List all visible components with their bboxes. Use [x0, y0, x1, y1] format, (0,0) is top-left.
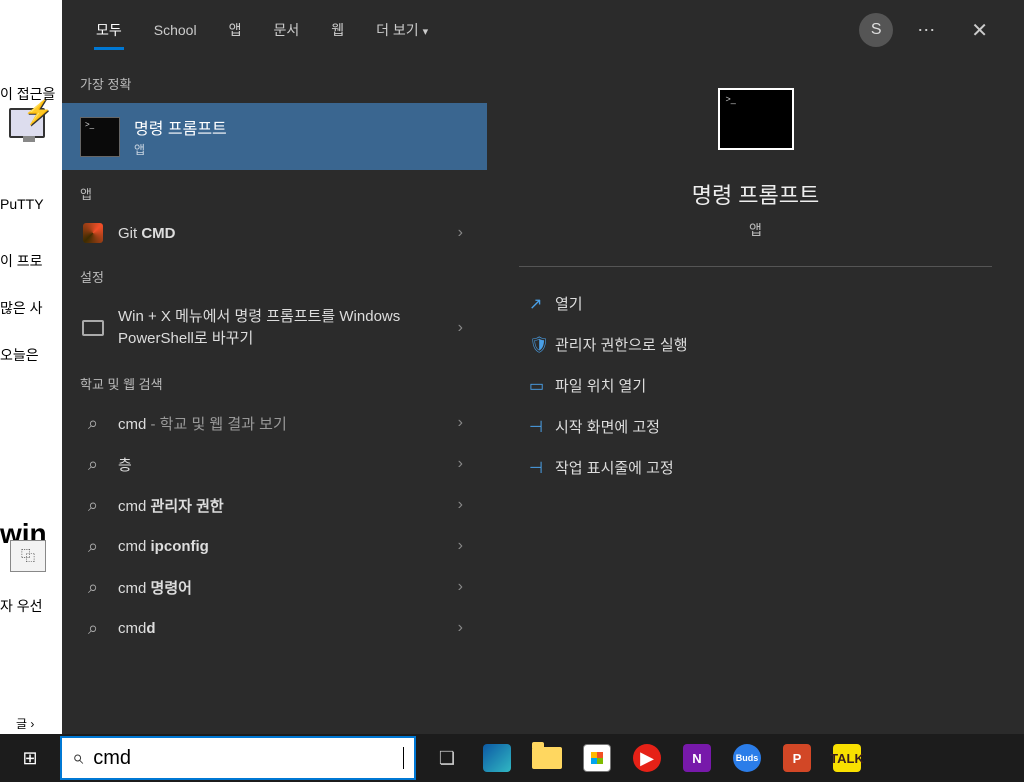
bg-text: 오늘은 — [0, 345, 39, 365]
taskbar-app-edge[interactable] — [472, 734, 522, 782]
putty-label: PuTTY — [0, 196, 44, 212]
powerpoint-icon: P — [783, 744, 811, 772]
pin-icon: ⊣ — [529, 458, 555, 478]
action-label: 작업 표시줄에 고정 — [555, 457, 674, 478]
tab-more-label: 더 보기 — [376, 22, 419, 38]
start-button[interactable]: ⊞ — [0, 734, 60, 782]
more-options-button[interactable]: ⋯ — [903, 20, 951, 41]
best-match-title: 명령 프롬프트 — [134, 115, 227, 139]
tab-bar: 모두 School 앱 문서 웹 더 보기 ▾ S ⋯ ✕ — [62, 0, 1024, 60]
best-match-subtitle: 앱 — [134, 141, 227, 158]
cmd-icon — [80, 117, 120, 157]
preview-pane: 명령 프롬프트 앱 ↗ 열기 🛡 관리자 권한으로 실행 ▭ 파일 위치 열기 … — [487, 60, 1024, 734]
result-powershell-swap[interactable]: Win + X 메뉴에서 명령 프롬프트를 Windows PowerShell… — [62, 296, 487, 360]
bg-text: 이 프로 — [0, 251, 43, 271]
chevron-right-icon[interactable]: › — [452, 319, 469, 337]
tab-apps[interactable]: 앱 — [215, 2, 256, 58]
divider — [519, 266, 992, 267]
folder-open-icon: ▭ — [529, 376, 555, 396]
action-label: 열기 — [555, 293, 583, 314]
tab-web[interactable]: 웹 — [317, 2, 358, 58]
action-pin-start[interactable]: ⊣ 시작 화면에 고정 — [521, 406, 990, 447]
search-icon — [80, 536, 106, 557]
user-avatar[interactable]: S — [859, 13, 893, 47]
chevron-right-icon[interactable]: › — [452, 619, 469, 637]
text-caret — [403, 747, 404, 769]
taskbar: ⊞ ⌕ ❏ ▶ N Buds P TALK — [0, 734, 1024, 782]
tab-school[interactable]: School — [140, 4, 211, 56]
search-icon — [80, 413, 106, 434]
search-input[interactable] — [93, 747, 403, 770]
action-open[interactable]: ↗ 열기 — [521, 283, 990, 324]
bg-text: 자 우선 — [0, 596, 43, 616]
chevron-right-icon[interactable]: › — [452, 455, 469, 473]
copy-button[interactable]: ⿻ — [10, 540, 46, 572]
onenote-icon: N — [683, 744, 711, 772]
best-match-result[interactable]: 명령 프롬프트 앱 — [62, 103, 487, 170]
git-icon — [83, 223, 103, 243]
chevron-right-icon[interactable]: › — [452, 496, 469, 514]
chevron-down-icon: ▾ — [423, 26, 429, 38]
preview-title: 명령 프롬프트 — [692, 178, 820, 210]
chevron-right-icon[interactable]: › — [452, 414, 469, 432]
tab-all[interactable]: 모두 — [82, 2, 136, 58]
putty-icon[interactable]: ⚡ — [5, 98, 55, 148]
taskbar-app-buds[interactable]: Buds — [722, 734, 772, 782]
search-icon: ⌕ — [72, 747, 83, 770]
buds-icon: Buds — [733, 744, 761, 772]
preview-subtitle: 앱 — [749, 220, 762, 240]
action-run-as-admin[interactable]: 🛡 관리자 권한으로 실행 — [521, 324, 990, 365]
tab-more[interactable]: 더 보기 ▾ — [362, 2, 442, 58]
action-label: 파일 위치 열기 — [555, 375, 646, 396]
taskbar-app-powerpoint[interactable]: P — [772, 734, 822, 782]
tab-docs[interactable]: 문서 — [259, 2, 313, 58]
cmd-preview-icon — [718, 88, 794, 150]
taskbar-app-youtube-music[interactable]: ▶ — [622, 734, 672, 782]
search-icon — [80, 454, 106, 475]
school-web-header: 학교 및 웹 검색 — [62, 360, 487, 403]
kakaotalk-icon: TALK — [833, 744, 861, 772]
taskbar-app-kakaotalk[interactable]: TALK — [822, 734, 872, 782]
action-label: 시작 화면에 고정 — [555, 416, 660, 437]
suggestion-cmd-commands[interactable]: cmd 명령어 › — [62, 567, 487, 608]
pin-icon: ⊣ — [529, 417, 555, 437]
laptop-icon — [82, 320, 104, 336]
best-match-header: 가장 정확 — [62, 60, 487, 103]
youtube-music-icon: ▶ — [633, 744, 661, 772]
bg-text: 글 › — [16, 715, 34, 732]
action-open-file-location[interactable]: ▭ 파일 위치 열기 — [521, 365, 990, 406]
action-label: 관리자 권한으로 실행 — [555, 334, 688, 355]
bg-text: 이 접근을 — [0, 84, 55, 104]
close-button[interactable]: ✕ — [955, 18, 1004, 43]
suggestion-cheung[interactable]: 층 › — [62, 444, 487, 485]
suggestion-cmd-web[interactable]: cmd - 학교 및 웹 결과 보기 › — [62, 403, 487, 444]
chevron-right-icon[interactable]: › — [452, 537, 469, 555]
taskbar-app-explorer[interactable] — [522, 734, 572, 782]
bg-text: 많은 사 — [0, 298, 43, 318]
search-icon — [80, 577, 106, 598]
edge-icon — [483, 744, 511, 772]
shield-icon: 🛡 — [529, 335, 555, 355]
open-icon: ↗ — [529, 294, 555, 314]
task-view-button[interactable]: ❏ — [422, 734, 472, 782]
settings-header: 설정 — [62, 253, 487, 296]
suggestion-cmdd[interactable]: cmdd › — [62, 608, 487, 649]
taskbar-app-onenote[interactable]: N — [672, 734, 722, 782]
action-pin-taskbar[interactable]: ⊣ 작업 표시줄에 고정 — [521, 447, 990, 488]
folder-icon — [532, 747, 562, 769]
search-icon — [80, 618, 106, 639]
taskbar-app-store[interactable] — [572, 734, 622, 782]
results-column: 가장 정확 명령 프롬프트 앱 앱 Git CMD › 설정 Win + X 메… — [62, 60, 487, 734]
chevron-right-icon[interactable]: › — [452, 224, 469, 242]
suggestion-cmd-ipconfig[interactable]: cmd ipconfig › — [62, 526, 487, 567]
taskbar-search-box[interactable]: ⌕ — [60, 736, 416, 780]
store-icon — [583, 744, 611, 772]
search-panel: 모두 School 앱 문서 웹 더 보기 ▾ S ⋯ ✕ 가장 정확 명령 프롬… — [62, 0, 1024, 734]
result-git-cmd[interactable]: Git CMD › — [62, 213, 487, 253]
suggestion-cmd-admin[interactable]: cmd 관리자 권한 › — [62, 485, 487, 526]
search-icon — [80, 495, 106, 516]
apps-header: 앱 — [62, 170, 487, 213]
chevron-right-icon[interactable]: › — [452, 578, 469, 596]
